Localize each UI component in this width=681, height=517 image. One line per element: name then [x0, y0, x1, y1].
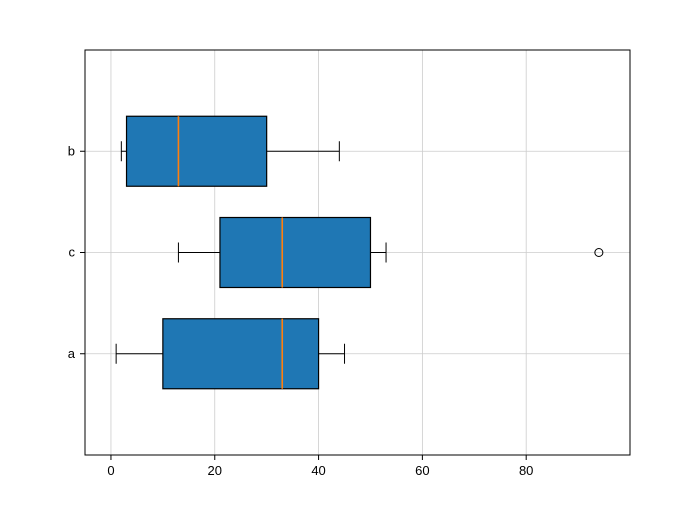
- x-tick-label: 40: [311, 463, 325, 478]
- y-tick-label: a: [68, 346, 76, 361]
- x-tick-label: 80: [519, 463, 533, 478]
- x-tick-label: 20: [208, 463, 222, 478]
- y-tick-label: b: [68, 143, 75, 158]
- box: [163, 319, 319, 389]
- x-tick-label: 0: [107, 463, 114, 478]
- boxplot-chart: 0 20 40 60 80 a c b: [0, 0, 681, 517]
- box: [220, 218, 371, 288]
- x-tick-label: 60: [415, 463, 429, 478]
- box: [127, 116, 267, 186]
- y-tick-label: c: [69, 245, 76, 260]
